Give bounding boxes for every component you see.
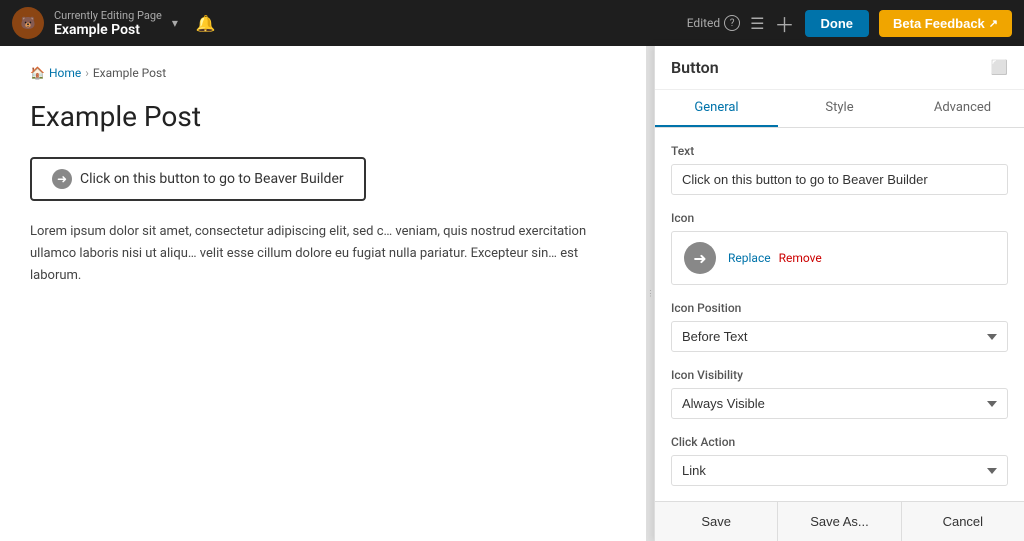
topbar: 🐻 Currently Editing Page Example Post ▾ …: [0, 0, 1024, 46]
page-name: Example Post: [54, 22, 162, 38]
done-button[interactable]: Done: [805, 10, 870, 37]
tab-style[interactable]: Style: [778, 90, 901, 127]
avatar: 🐻: [12, 7, 44, 39]
hamburger-icon[interactable]: ☰: [750, 14, 764, 33]
page-content: 🏠 Home › Example Post Example Post ➜ Cli…: [0, 46, 646, 541]
panel-body: Text Icon ➜ Replace Remove Icon Position: [655, 128, 1024, 501]
tab-general[interactable]: General: [655, 90, 778, 127]
plus-icon[interactable]: ＋: [775, 9, 795, 38]
topbar-left: 🐻 Currently Editing Page Example Post ▾ …: [12, 7, 216, 39]
icon-circle-preview: ➜: [684, 242, 716, 274]
main-wrap: 🏠 Home › Example Post Example Post ➜ Cli…: [0, 46, 1024, 541]
icon-position-label: Icon Position: [671, 301, 1008, 315]
icon-remove-link[interactable]: Remove: [779, 251, 822, 265]
click-action-field-group: Click Action Link Scroll Lightbox: [671, 435, 1008, 486]
breadcrumb-current: Example Post: [93, 66, 166, 80]
beta-feedback-button[interactable]: Beta Feedback ↗: [879, 10, 1012, 37]
breadcrumb: 🏠 Home › Example Post: [30, 66, 616, 80]
icon-visibility-select[interactable]: Always Visible Hidden: [671, 388, 1008, 419]
help-icon[interactable]: ?: [724, 15, 740, 31]
text-field-label: Text: [671, 144, 1008, 158]
panel-drag-handle[interactable]: ⋮: [646, 46, 654, 541]
icon-actions: Replace Remove: [728, 251, 822, 265]
maximize-icon[interactable]: ⬜: [991, 60, 1008, 76]
panel-title: Button: [671, 58, 719, 77]
button-settings-panel: Button ⬜ General Style Advanced Text Ico…: [654, 46, 1024, 541]
icon-visibility-field-group: Icon Visibility Always Visible Hidden: [671, 368, 1008, 419]
icon-preview-box: ➜ Replace Remove: [671, 231, 1008, 285]
click-action-label: Click Action: [671, 435, 1008, 449]
panel-footer: Save Save As... Cancel: [655, 501, 1024, 541]
save-button[interactable]: Save: [655, 502, 778, 541]
lorem-text: Lorem ipsum dolor sit amet, consectetur …: [30, 221, 616, 287]
topbar-title: Currently Editing Page Example Post: [54, 9, 162, 38]
text-input[interactable]: [671, 164, 1008, 195]
home-icon: 🏠: [30, 66, 45, 80]
text-field-group: Text: [671, 144, 1008, 195]
icon-position-select[interactable]: Before Text After Text: [671, 321, 1008, 352]
icon-field-label: Icon: [671, 211, 1008, 225]
icon-visibility-label: Icon Visibility: [671, 368, 1008, 382]
button-preview[interactable]: ➜ Click on this button to go to Beaver B…: [30, 157, 366, 201]
icon-field-group: Icon ➜ Replace Remove: [671, 211, 1008, 285]
button-preview-icon: ➜: [52, 169, 72, 189]
external-link-icon: ↗: [989, 17, 998, 30]
tab-advanced[interactable]: Advanced: [901, 90, 1024, 127]
page-title: Example Post: [30, 100, 616, 133]
bell-icon[interactable]: 🔔: [196, 14, 216, 33]
button-preview-text: Click on this button to go to Beaver Bui…: [80, 171, 344, 187]
topbar-right: Edited ? ☰ ＋ Done Beta Feedback ↗: [687, 9, 1012, 38]
drag-dots-icon: ⋮: [647, 289, 654, 298]
icon-position-field-group: Icon Position Before Text After Text: [671, 301, 1008, 352]
breadcrumb-separator: ›: [85, 66, 89, 80]
breadcrumb-home-link[interactable]: Home: [49, 66, 81, 80]
edited-label: Edited ?: [687, 15, 740, 31]
click-action-select[interactable]: Link Scroll Lightbox: [671, 455, 1008, 486]
panel-header: Button ⬜: [655, 46, 1024, 90]
save-as-button[interactable]: Save As...: [778, 502, 901, 541]
currently-editing-label: Currently Editing Page: [54, 9, 162, 22]
cancel-button[interactable]: Cancel: [902, 502, 1024, 541]
panel-tabs: General Style Advanced: [655, 90, 1024, 128]
icon-replace-link[interactable]: Replace: [728, 251, 771, 265]
chevron-down-icon[interactable]: ▾: [172, 16, 178, 30]
